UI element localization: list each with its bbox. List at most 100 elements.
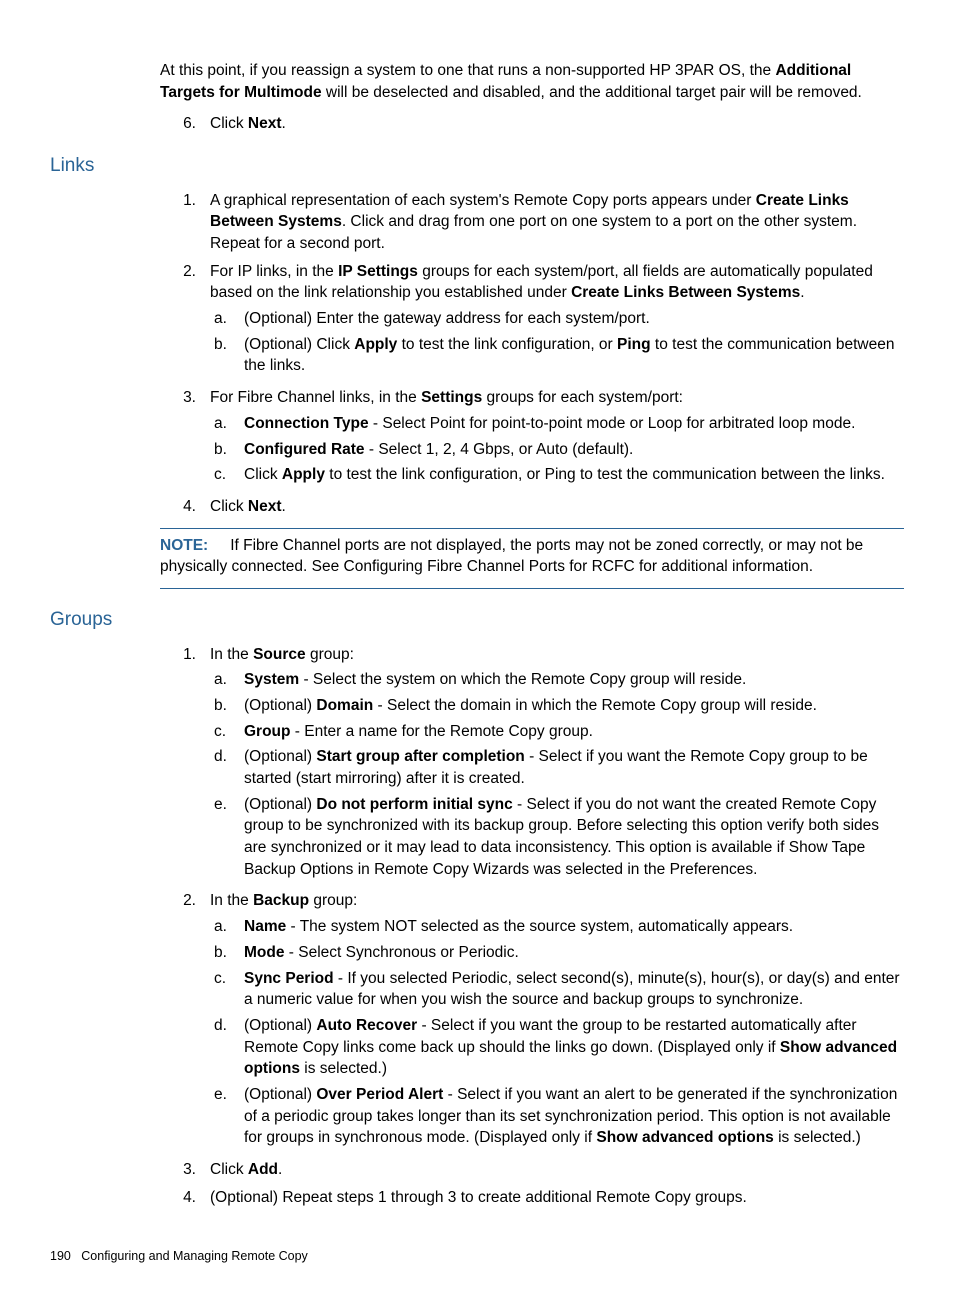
note-rule-bottom (160, 588, 904, 589)
text: (Optional) (244, 697, 316, 714)
note-block: NOTE:If Fibre Channel ports are not disp… (160, 535, 904, 578)
list-marker: b. (210, 942, 244, 964)
text: . (278, 1161, 282, 1178)
text: Click (210, 1161, 248, 1178)
list-marker: c. (210, 721, 244, 743)
list-marker: 2. (160, 261, 210, 381)
links-step-3c: c. Click Apply to test the link configur… (210, 464, 904, 486)
intro-paragraph: At this point, if you reassign a system … (160, 60, 904, 103)
note-rule-top (160, 528, 904, 529)
list-marker: 1. (160, 190, 210, 255)
text: Click (244, 466, 282, 483)
text: For Fibre Channel links, in the (210, 389, 421, 406)
bold-term: Ping (617, 336, 651, 353)
list-marker: a. (210, 916, 244, 938)
list-marker: d. (210, 1015, 244, 1080)
groups-step-2: 2. In the Backup group: a.Name - The sys… (160, 890, 904, 1153)
links-step-2b: b. (Optional) Click Apply to test the li… (210, 334, 904, 377)
bold-term: Auto Recover (316, 1017, 417, 1034)
list-marker: 1. (160, 644, 210, 885)
bold-term: Domain (316, 697, 373, 714)
text: will be deselected and disabled, and the… (322, 84, 862, 101)
footer-title: Configuring and Managing Remote Copy (81, 1249, 308, 1263)
text: (Optional) (244, 796, 316, 813)
list-marker: b. (210, 439, 244, 461)
bold-term: Next (248, 498, 282, 515)
bold-term: Connection Type (244, 415, 369, 432)
text: (Optional) Enter the gateway address for… (244, 308, 904, 330)
list-marker: 4. (160, 1187, 210, 1209)
note-label: NOTE: (160, 537, 208, 554)
note-text: If Fibre Channel ports are not displayed… (160, 537, 863, 576)
bold-term: Group (244, 723, 291, 740)
list-marker: 2. (160, 890, 210, 1153)
text: - Enter a name for the Remote Copy group… (291, 723, 593, 740)
list-marker: 4. (160, 496, 210, 518)
groups-step-1b: b.(Optional) Domain - Select the domain … (210, 695, 904, 717)
text: - The system NOT selected as the source … (286, 918, 793, 935)
text: . (282, 115, 286, 132)
bold-term: Source (253, 646, 306, 663)
groups-step-2a: a.Name - The system NOT selected as the … (210, 916, 904, 938)
groups-step-3: 3. Click Add. (160, 1159, 904, 1181)
text: - Select 1, 2, 4 Gbps, or Auto (default)… (365, 441, 634, 458)
text: . (282, 498, 286, 515)
text: At this point, if you reassign a system … (160, 62, 775, 79)
bold-term: Over Period Alert (316, 1086, 443, 1103)
text: (Optional) (244, 748, 316, 765)
links-step-2: 2. For IP links, in the IP Settings grou… (160, 261, 904, 381)
text: . (800, 284, 804, 301)
text: (Optional) Repeat steps 1 through 3 to c… (210, 1187, 904, 1209)
step-6: 6. Click Next. (160, 113, 904, 135)
text: (Optional) (244, 1086, 316, 1103)
groups-heading: Groups (50, 607, 904, 634)
bold-term: Apply (354, 336, 397, 353)
list-marker: a. (210, 308, 244, 330)
text: Click (210, 115, 248, 132)
text: (Optional) (244, 1017, 316, 1034)
list-marker: c. (210, 464, 244, 486)
groups-step-4: 4. (Optional) Repeat steps 1 through 3 t… (160, 1187, 904, 1209)
bold-term: Add (248, 1161, 278, 1178)
bold-term: Name (244, 918, 286, 935)
text: is selected.) (774, 1129, 861, 1146)
list-marker: 3. (160, 1159, 210, 1181)
text: - Select the system on which the Remote … (299, 671, 746, 688)
text: Click (210, 498, 248, 515)
bold-term: Create Links Between Systems (571, 284, 800, 301)
list-marker: c. (210, 968, 244, 1011)
text: - If you selected Periodic, select secon… (244, 970, 900, 1009)
groups-step-2d: d.(Optional) Auto Recover - Select if yo… (210, 1015, 904, 1080)
text: group: (309, 892, 357, 909)
list-marker: b. (210, 334, 244, 377)
list-marker: e. (210, 1084, 244, 1149)
list-marker: d. (210, 746, 244, 789)
bold-term: Apply (282, 466, 325, 483)
bold-term: Do not perform initial sync (316, 796, 512, 813)
text: (Optional) Click (244, 336, 354, 353)
groups-step-1c: c.Group - Enter a name for the Remote Co… (210, 721, 904, 743)
bold-term: IP Settings (338, 263, 418, 280)
list-marker: 3. (160, 387, 210, 490)
groups-step-2b: b.Mode - Select Synchronous or Periodic. (210, 942, 904, 964)
links-step-4: 4. Click Next. (160, 496, 904, 518)
bold-term: Settings (421, 389, 482, 406)
groups-step-1: 1. In the Source group: a.System - Selec… (160, 644, 904, 885)
list-marker: a. (210, 413, 244, 435)
bold-term: Mode (244, 944, 284, 961)
bold-term: Configured Rate (244, 441, 365, 458)
text: - Select Point for point-to-point mode o… (369, 415, 856, 432)
text: In the (210, 892, 253, 909)
bold-term: Backup (253, 892, 309, 909)
links-step-3: 3. For Fibre Channel links, in the Setti… (160, 387, 904, 490)
text: to test the link configuration, or (397, 336, 617, 353)
links-step-1: 1. A graphical representation of each sy… (160, 190, 904, 255)
text: group: (306, 646, 354, 663)
list-marker: 6. (160, 113, 210, 135)
groups-step-1e: e.(Optional) Do not perform initial sync… (210, 794, 904, 881)
text: - Select the domain in which the Remote … (373, 697, 817, 714)
text: to test the link configuration, or Ping … (325, 466, 885, 483)
links-step-3b: b. Configured Rate - Select 1, 2, 4 Gbps… (210, 439, 904, 461)
bold-term: Show advanced options (596, 1129, 773, 1146)
groups-step-1d: d.(Optional) Start group after completio… (210, 746, 904, 789)
